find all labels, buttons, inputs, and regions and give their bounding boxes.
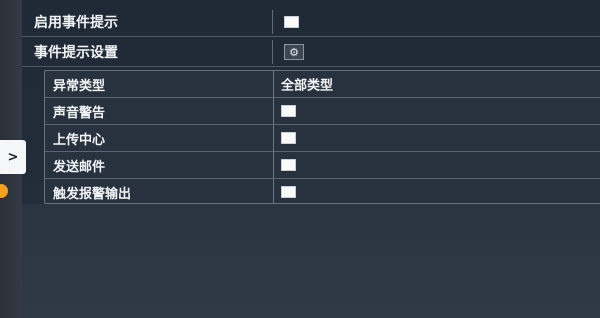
exception-type-select[interactable]: 全部类型 <box>281 79 333 94</box>
column-divider <box>272 10 273 34</box>
column-divider <box>273 179 274 205</box>
column-divider <box>273 98 274 124</box>
exception-type-label: 异常类型 <box>53 78 106 94</box>
upload-center-label: 上传中心 <box>53 132 106 148</box>
sound-alert-label: 声音警告 <box>53 105 106 121</box>
trigger-alarm-output-checkbox[interactable] <box>281 186 296 198</box>
list-item: 发送邮件 <box>45 152 600 179</box>
list-item: 上传中心 <box>45 125 600 152</box>
enable-event-hint-label: 启用事件提示 <box>34 15 118 31</box>
column-divider <box>272 40 273 64</box>
gear-icon: ⚙ <box>289 45 299 59</box>
send-email-label: 发送邮件 <box>53 159 106 175</box>
upload-center-checkbox[interactable] <box>281 132 296 144</box>
column-divider <box>273 125 274 151</box>
event-hint-settings-button[interactable]: ⚙ <box>284 44 304 60</box>
list-item: 触发报警输出 <box>45 179 600 205</box>
event-hint-settings-row: 事件提示设置 ⚙ <box>22 38 600 67</box>
chevron-right-icon: > <box>7 149 19 165</box>
column-divider <box>273 71 274 97</box>
expand-panel-button[interactable]: > <box>0 140 26 174</box>
event-hint-settings-label: 事件提示设置 <box>34 45 118 61</box>
empty-content-area <box>22 204 600 318</box>
sound-alert-checkbox[interactable] <box>281 105 296 117</box>
list-item: 声音警告 <box>45 98 600 125</box>
enable-event-hint-row: 启用事件提示 <box>22 8 600 37</box>
event-linkage-panel: 异常类型 全部类型 声音警告 上传中心 发送邮件 触发报警输出 <box>44 70 600 205</box>
column-divider <box>273 152 274 178</box>
trigger-alarm-output-label: 触发报警输出 <box>53 186 132 202</box>
exception-type-row: 异常类型 全部类型 <box>45 71 600 98</box>
enable-event-hint-checkbox[interactable] <box>284 16 299 28</box>
send-email-checkbox[interactable] <box>281 159 296 171</box>
